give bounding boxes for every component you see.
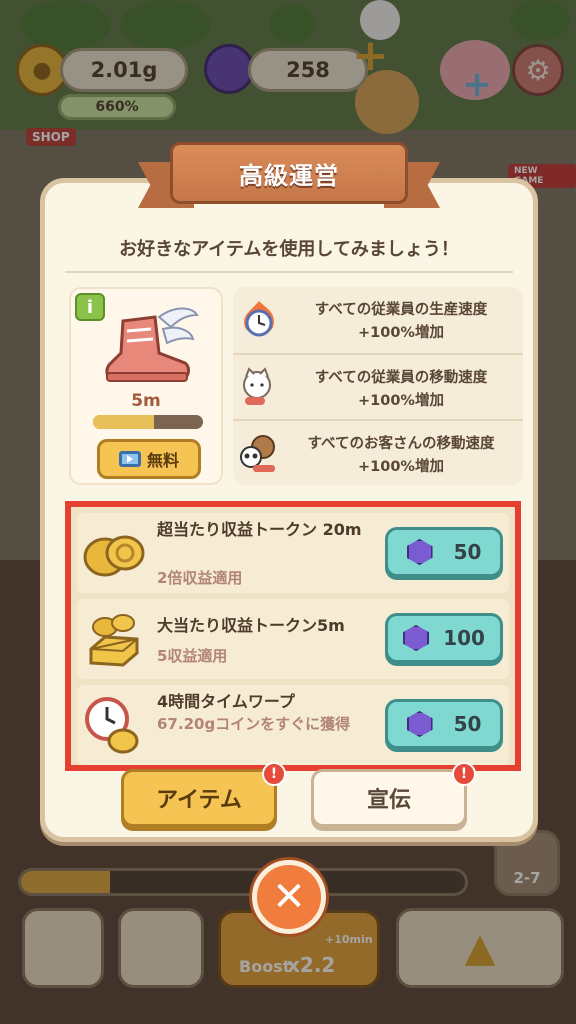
item-progress-fill bbox=[93, 415, 154, 429]
alert-badge: ! bbox=[452, 762, 476, 786]
close-icon: ✕ bbox=[272, 874, 306, 920]
fire-clock-icon bbox=[244, 301, 274, 337]
tab-items-label: アイテム bbox=[156, 788, 242, 813]
shop-item-desc: 67.20gコインをすぐに獲得 bbox=[157, 715, 351, 733]
premium-management-dialog: お好きなアイテムを使用してみましょう！ i 5m 無料 すべての従業員の生産速度… bbox=[40, 178, 538, 842]
item-duration: 5m bbox=[131, 391, 161, 411]
effect-item: すべてのお客さんの移動速度 +100%増加 bbox=[233, 419, 523, 485]
buy-button[interactable]: 100 bbox=[385, 613, 503, 663]
effect-item: すべての従業員の生産速度 +100%増加 bbox=[233, 287, 523, 353]
divider bbox=[65, 271, 513, 273]
tab-ads[interactable]: 宣伝 ! bbox=[311, 762, 476, 827]
shop-item-name: 大当たり収益トークン5m bbox=[157, 616, 345, 635]
item-progress-bar bbox=[93, 415, 203, 429]
buy-button[interactable]: 50 bbox=[385, 699, 503, 749]
shop-item[interactable]: 超当たり収益トークン 20m 2倍収益適用 50 bbox=[77, 513, 509, 593]
dialog-subtitle: お好きなアイテムを使用してみましょう！ bbox=[119, 239, 459, 260]
gold-bars-icon bbox=[89, 614, 139, 667]
effect-text: すべての従業員の生産速度 bbox=[314, 302, 488, 318]
price-value: 50 bbox=[453, 712, 482, 736]
free-label: 無料 bbox=[146, 451, 179, 470]
boost-item-card: i 5m 無料 bbox=[69, 287, 223, 485]
effect-value: +100%増加 bbox=[358, 459, 444, 475]
tab-ads-label: 宣伝 bbox=[366, 788, 411, 813]
gem-icon bbox=[406, 539, 433, 565]
effect-value: +100%増加 bbox=[358, 325, 444, 341]
running-cat-icon bbox=[243, 367, 271, 405]
winged-boot-icon bbox=[105, 307, 199, 382]
gold-coins-icon bbox=[83, 535, 145, 577]
clock-coins-icon bbox=[85, 697, 139, 754]
free-watch-ad-button[interactable]: 無料 bbox=[97, 439, 201, 479]
buy-button[interactable]: 50 bbox=[385, 527, 503, 577]
effect-value: +100%増加 bbox=[358, 393, 444, 409]
shop-item-name: 4時間タイムワープ bbox=[157, 692, 295, 711]
effect-text: すべてのお客さんの移動速度 bbox=[307, 436, 495, 452]
shop-item[interactable]: 4時間タイムワープ 67.20gコインをすぐに獲得 50 bbox=[77, 685, 509, 765]
dialog-title: 高級運営 bbox=[239, 161, 339, 190]
alert-badge: ! bbox=[262, 762, 286, 786]
shop-item-desc: 5収益適用 bbox=[157, 647, 228, 665]
price-value: 50 bbox=[453, 540, 482, 564]
title-banner: 高級運営 bbox=[138, 136, 440, 214]
gem-icon bbox=[406, 711, 433, 737]
close-button[interactable]: ✕ bbox=[252, 860, 326, 934]
price-value: 100 bbox=[443, 626, 485, 650]
effects-list: すべての従業員の生産速度 +100%増加 すべての従業員の移動速度 +100%増… bbox=[233, 287, 523, 485]
effect-item: すべての従業員の移動速度 +100%増加 bbox=[233, 353, 523, 419]
effect-text: すべての従業員の移動速度 bbox=[314, 370, 488, 386]
token-shop-list: 超当たり収益トークン 20m 2倍収益適用 50 大当たり収益トークン5m 5収… bbox=[65, 501, 521, 771]
banner-ribbon: 高級運営 bbox=[170, 142, 408, 204]
shop-item-desc: 2倍収益適用 bbox=[157, 569, 243, 587]
shop-item[interactable]: 大当たり収益トークン5m 5収益適用 100 bbox=[77, 599, 509, 679]
running-customers-icon bbox=[240, 435, 275, 472]
shop-item-name: 超当たり収益トークン 20m bbox=[157, 520, 362, 539]
video-ad-icon bbox=[118, 451, 141, 467]
gem-icon bbox=[403, 625, 430, 651]
tab-items[interactable]: アイテム ! bbox=[121, 762, 286, 827]
